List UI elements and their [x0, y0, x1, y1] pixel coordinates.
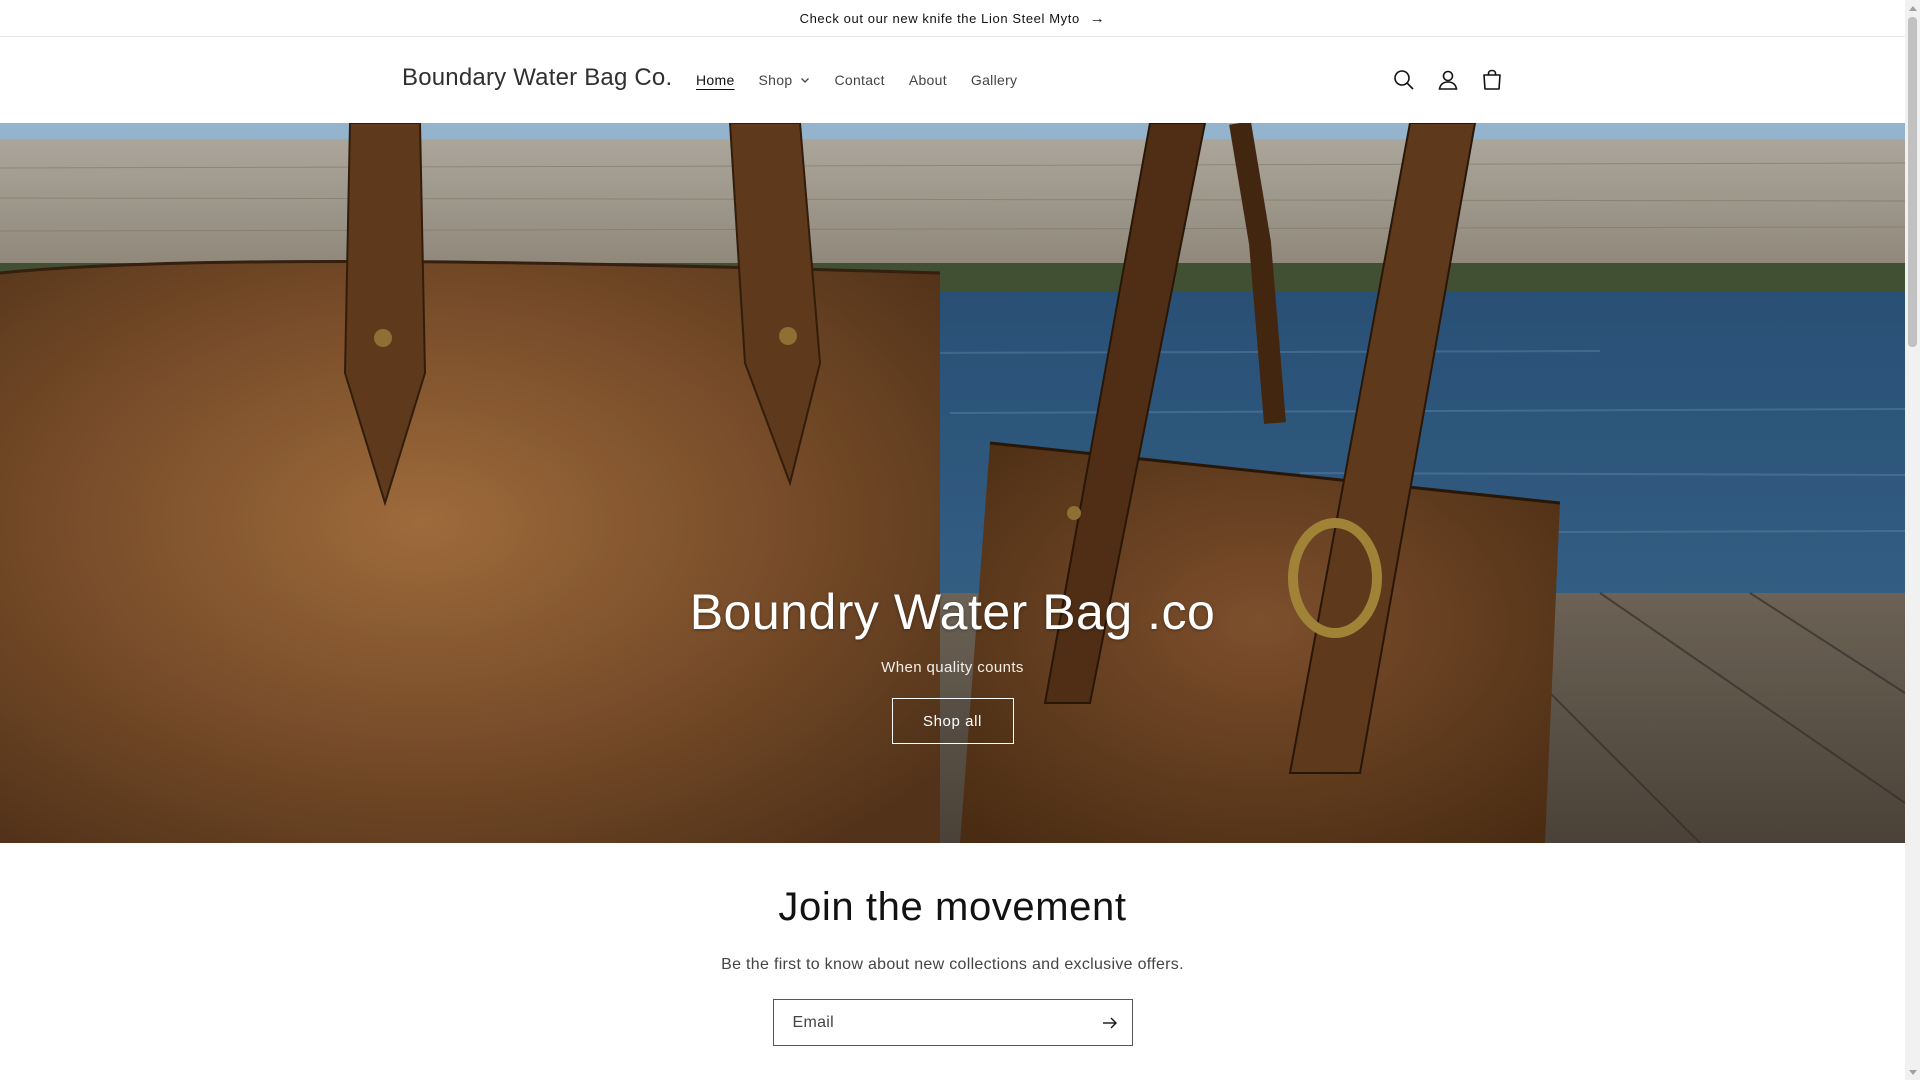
nav-item-about[interactable]: About — [909, 72, 947, 88]
nav-item-home[interactable]: Home — [696, 72, 735, 88]
chevron-down-icon — [801, 78, 810, 83]
announcement-text[interactable]: Check out our new knife the Lion Steel M… — [800, 11, 1080, 26]
scroll-up-arrow-icon[interactable] — [1905, 0, 1920, 15]
hero-banner: Boundry Water Bag .co When quality count… — [0, 123, 1905, 843]
newsletter-text: Be the first to know about new collectio… — [721, 956, 1184, 973]
site-header: Boundary Water Bag Co. Home Shop Contact… — [0, 38, 1905, 123]
nav-item-contact[interactable]: Contact — [834, 72, 884, 88]
shop-all-button[interactable]: Shop all — [891, 698, 1014, 744]
announcement-bar[interactable]: Check out our new knife the Lion Steel M… — [0, 0, 1905, 37]
cart-icon[interactable] — [1480, 68, 1504, 92]
header-icons — [1392, 68, 1504, 92]
nav-item-gallery[interactable]: Gallery — [971, 72, 1017, 88]
hero-subtitle: When quality counts — [881, 659, 1024, 676]
search-icon[interactable] — [1392, 68, 1416, 92]
main-nav: Home Shop Contact About Gallery — [696, 72, 1041, 88]
nav-item-shop[interactable]: Shop — [759, 72, 811, 88]
page-scrollbar[interactable] — [1905, 0, 1920, 1080]
subscribe-button[interactable] — [1088, 1000, 1132, 1045]
account-icon[interactable] — [1436, 68, 1460, 92]
newsletter-heading: Join the movement — [778, 885, 1127, 929]
arrow-right-icon: → — [1089, 9, 1106, 27]
scrollbar-thumb[interactable] — [1908, 17, 1917, 347]
newsletter-section: Join the movement Be the first to know a… — [0, 843, 1905, 1080]
hero-title: Boundry Water Bag .co — [689, 584, 1216, 640]
hero-content: Boundry Water Bag .co When quality count… — [0, 583, 1905, 744]
scroll-down-arrow-icon[interactable] — [1905, 1065, 1920, 1080]
email-input[interactable] — [773, 1000, 1088, 1045]
email-form — [772, 999, 1133, 1046]
site-logo[interactable]: Boundary Water Bag Co. — [402, 64, 672, 92]
nav-item-shop-label: Shop — [758, 72, 793, 88]
arrow-right-icon — [1102, 1017, 1117, 1028]
